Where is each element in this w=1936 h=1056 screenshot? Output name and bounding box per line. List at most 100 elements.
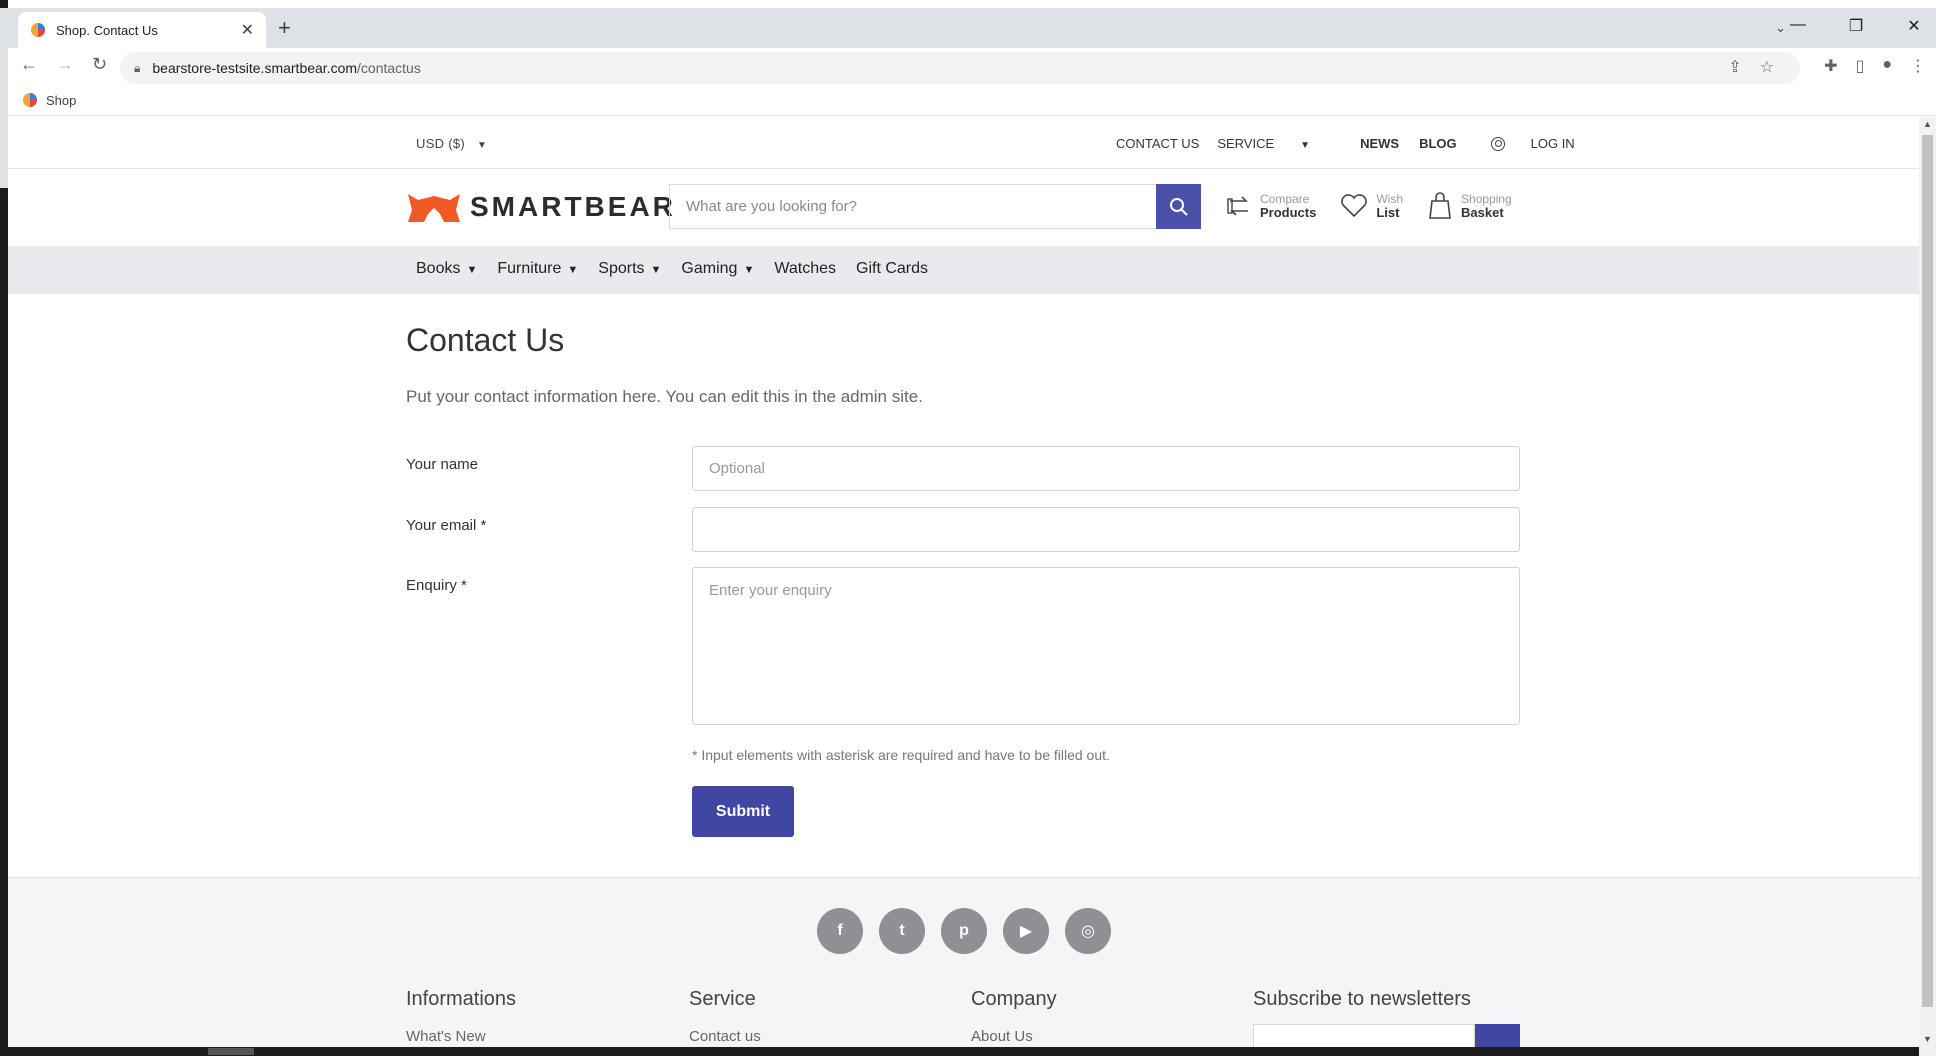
wish-list-button[interactable]: Wish List [1340, 192, 1403, 220]
footer-link-about-us[interactable]: About Us [971, 1028, 1033, 1045]
reload-icon[interactable]: ↻ [92, 54, 107, 75]
scrollbar-thumb[interactable] [1922, 135, 1933, 1007]
url-host: bearstore-testsite.smartbear.com [152, 60, 358, 76]
bookmark-shop[interactable]: Shop [22, 92, 76, 108]
nav-item-sports[interactable]: Sports ▼ [598, 260, 661, 278]
nav-label: Gaming [681, 260, 738, 277]
enquiry-placeholder: Enter your enquiry [709, 582, 832, 599]
back-icon[interactable]: ← [20, 54, 38, 75]
tab-close-icon[interactable]: ✕ [241, 20, 254, 40]
footer-service-title: Service [689, 988, 756, 1010]
main-nav: Books ▼ Furniture ▼ Sports ▼ Gaming ▼ Watche… [8, 246, 1919, 294]
bookmark-label: Shop [46, 92, 77, 108]
currency-label: USD ($) [416, 136, 466, 151]
email-field[interactable] [692, 507, 1520, 552]
contact-us-link[interactable]: CONTACT US [1116, 136, 1199, 151]
vertical-scrollbar[interactable]: ▲ ▼ [1919, 117, 1936, 1056]
enquiry-row: Enquiry * [406, 577, 467, 595]
blog-link[interactable]: BLOG [1419, 136, 1457, 151]
top-utility-bar: USD ($) ▼ CONTACT US SERVICE ▼ NEWS BLOG … [8, 117, 1919, 169]
shopping-basket-button[interactable]: Shopping Basket [1427, 192, 1512, 220]
profile-icon[interactable]: ● [1882, 56, 1892, 76]
new-tab-icon[interactable]: + [278, 16, 291, 40]
heart-icon [1341, 194, 1368, 218]
smartbear-logo[interactable]: SMARTBEAR [406, 190, 676, 224]
compare-icon [1227, 196, 1248, 216]
currency-selector[interactable]: USD ($) ▼ [416, 136, 487, 151]
extensions-icon[interactable]: ✚ [1824, 56, 1837, 76]
lock-icon: 🔒︎ [134, 60, 141, 75]
footer-link-whats-new[interactable]: What's New [406, 1028, 486, 1045]
site-footer: f t p ▶ ◎ Informations What's New Servic… [8, 877, 1919, 1056]
chevron-down-icon: ▼ [476, 140, 488, 151]
chevron-down-icon: ▼ [650, 264, 662, 276]
compare-bottom: Products [1260, 205, 1317, 220]
footer-newsletter-title: Subscribe to newsletters [1253, 988, 1471, 1010]
chevron-down-icon: ▼ [743, 264, 755, 276]
basket-top: Shopping [1461, 192, 1512, 206]
forward-icon[interactable]: → [56, 54, 74, 75]
menu-icon[interactable]: ⋮ [1910, 56, 1926, 76]
search-input[interactable]: What are you looking for? [669, 184, 1156, 229]
email-row: Your email * [406, 517, 486, 535]
login-label: LOG IN [1530, 136, 1575, 151]
restore-icon[interactable]: ❐ [1846, 16, 1866, 36]
facebook-icon[interactable]: f [817, 908, 863, 954]
name-placeholder: Optional [709, 460, 765, 477]
window-close-icon[interactable]: ✕ [1904, 16, 1924, 36]
compare-products-button[interactable]: Compare Products [1226, 192, 1316, 220]
nav-item-books[interactable]: Books ▼ [416, 260, 477, 278]
bear-logo-icon [408, 194, 460, 222]
nav-label: Furniture [497, 260, 562, 277]
chevron-down-icon: ▼ [466, 264, 478, 276]
enquiry-textarea[interactable]: Enter your enquiry [692, 567, 1520, 725]
nav-item-furniture[interactable]: Furniture ▼ [497, 260, 578, 278]
service-menu[interactable]: SERVICE ▼ [1217, 136, 1328, 151]
page-viewport: USD ($) ▼ CONTACT US SERVICE ▼ NEWS BLOG … [8, 117, 1919, 1056]
horizontal-scrollbar[interactable] [8, 1047, 1919, 1056]
news-link[interactable]: NEWS [1360, 136, 1399, 151]
browser-toolbar: ← → ↻ 🔒︎ bearstore-testsite.smartbear.co… [8, 48, 1936, 88]
tab-bar: Shop. Contact Us ✕ + ⌄ — ❐ ✕ [8, 8, 1936, 48]
chevron-down-icon: ▼ [567, 264, 579, 276]
scroll-down-icon[interactable]: ▼ [1923, 1034, 1932, 1044]
address-bar[interactable]: 🔒︎ bearstore-testsite.smartbear.com/cont… [120, 52, 1800, 84]
browser-tab[interactable]: Shop. Contact Us ✕ [18, 12, 266, 48]
tab-search-icon[interactable]: ⌄ [1775, 20, 1786, 36]
nav-item-gift-cards[interactable]: Gift Cards [856, 260, 928, 278]
share-icon[interactable]: ⇪ [1728, 57, 1741, 77]
site-header: SMARTBEAR What are you looking for? Comp… [8, 170, 1919, 246]
search-button[interactable] [1156, 184, 1201, 229]
bookmark-star-icon[interactable]: ☆ [1760, 57, 1774, 77]
search-icon [1169, 197, 1188, 216]
shop-favicon-icon [31, 23, 45, 37]
footer-link-contact-us[interactable]: Contact us [689, 1028, 761, 1045]
compare-top: Compare [1260, 192, 1310, 206]
submit-button[interactable]: Submit [692, 786, 794, 837]
shopping-bag-icon [1429, 192, 1451, 219]
footer-company-title: Company [971, 988, 1057, 1010]
pinterest-icon[interactable]: p [941, 908, 987, 954]
scroll-up-icon[interactable]: ▲ [1923, 119, 1932, 129]
twitter-icon[interactable]: t [879, 908, 925, 954]
wish-top: Wish [1376, 192, 1404, 206]
page-title: Contact Us [406, 322, 565, 358]
side-panel-icon[interactable]: ▯ [1856, 56, 1865, 76]
name-field[interactable]: Optional [692, 446, 1520, 491]
instagram-icon[interactable]: ◎ [1065, 908, 1111, 954]
email-label: Your email * [406, 517, 487, 534]
nav-item-gaming[interactable]: Gaming ▼ [681, 260, 754, 278]
nav-label: Books [416, 260, 461, 277]
youtube-icon[interactable]: ▶ [1003, 908, 1049, 954]
hscroll-thumb[interactable] [208, 1048, 254, 1055]
logo-text: SMARTBEAR [470, 191, 676, 222]
login-link[interactable]: LOG IN [1490, 136, 1593, 151]
left-edge [0, 0, 8, 1056]
url-path: /contactus [357, 60, 421, 76]
service-label: SERVICE [1217, 136, 1275, 151]
basket-bottom: Basket [1461, 205, 1504, 220]
nav-item-watches[interactable]: Watches [774, 260, 836, 278]
minimize-icon[interactable]: — [1788, 16, 1808, 36]
enquiry-label: Enquiry * [406, 577, 467, 594]
name-row: Your name [406, 456, 478, 474]
